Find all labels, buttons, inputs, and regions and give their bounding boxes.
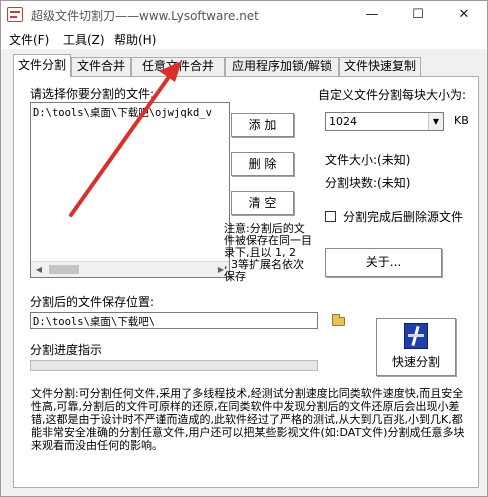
app-window: 超级文件切割刀——www.Lysoftware.net — ☐ ✕ 文件(F) … <box>0 0 488 497</box>
split-progress-bar <box>30 360 318 371</box>
horizontal-scrollbar[interactable]: ◀ ▶ <box>31 261 229 277</box>
window-title: 超级文件切割刀——www.Lysoftware.net <box>31 9 259 23</box>
folder-icon[interactable] <box>332 314 345 326</box>
title-bar[interactable]: 超级文件切割刀——www.Lysoftware.net — ☐ ✕ <box>1 1 487 29</box>
scroll-left-icon[interactable]: ◀ <box>31 262 47 277</box>
block-count-label: 分割块数:(未知) <box>325 176 411 190</box>
block-size-select[interactable]: 1024 ▼ <box>325 112 444 131</box>
scroll-thumb[interactable] <box>49 265 79 274</box>
tab-fast-copy[interactable]: 文件快速复制 <box>339 57 421 76</box>
chevron-down-icon[interactable]: ▼ <box>428 113 443 130</box>
progress-label: 分割进度指示 <box>30 343 103 357</box>
menu-file[interactable]: 文件(F) <box>9 31 49 48</box>
app-icon <box>7 7 23 22</box>
list-item[interactable]: D:\tools\桌面\下载吧\ojwjqkd_v <box>33 105 212 120</box>
quick-split-label: 快速分割 <box>391 355 440 369</box>
tab-app-lock[interactable]: 应用程序加锁/解锁 <box>225 57 339 76</box>
delete-source-checkbox[interactable] <box>325 211 336 222</box>
file-size-label: 文件大小:(未知) <box>325 153 411 167</box>
clear-button[interactable]: 清 空 <box>231 191 294 215</box>
maximize-button[interactable]: ☐ <box>395 1 441 29</box>
split-arrow-icon <box>404 323 428 349</box>
menu-help[interactable]: 帮助(H) <box>114 31 156 48</box>
delete-source-label[interactable]: 分割完成后删除源文件 <box>343 208 463 225</box>
block-size-value: 1024 <box>329 115 357 128</box>
custom-size-label: 自定义文件分割每块大小为: <box>318 88 467 102</box>
tab-file-merge[interactable]: 文件合并 <box>71 57 131 76</box>
split-panel: 请选择你要分割的文件: D:\tools\桌面\下载吧\ojwjqkd_v ◀ … <box>13 76 479 488</box>
add-button[interactable]: 添 加 <box>231 113 294 137</box>
menu-bar: 文件(F) 工具(Z) 帮助(H) <box>1 29 487 49</box>
save-path-value: D:\tools\桌面\下载吧\ <box>33 316 156 328</box>
size-unit: KB <box>454 114 469 127</box>
quick-split-button[interactable]: 快速分割 <box>376 318 456 376</box>
file-list[interactable]: D:\tools\桌面\下载吧\ojwjqkd_v ◀ ▶ <box>30 102 230 278</box>
close-button[interactable]: ✕ <box>441 1 487 29</box>
split-note: 注意:分割后的文 件被保存在同一目 录下,且以 1, 2 , 3等扩展名依次 保… <box>224 222 312 283</box>
save-location-label: 分割后的文件保存位置: <box>30 295 155 309</box>
delete-button[interactable]: 删 除 <box>231 152 294 176</box>
minimize-button[interactable]: — <box>349 1 395 29</box>
select-file-label: 请选择你要分割的文件: <box>30 87 155 101</box>
save-path-input[interactable]: D:\tools\桌面\下载吧\ <box>30 312 318 329</box>
menu-tools[interactable]: 工具(Z) <box>63 31 105 48</box>
feature-description: 文件分割:可分割任何文件,采用了多线程技术,经测试分割速度比同类软件速度快,而且… <box>31 387 465 452</box>
tab-any-file-merge[interactable]: 任意文件合并 <box>131 57 225 76</box>
tab-file-split[interactable]: 文件分割 <box>13 54 71 77</box>
about-button[interactable]: 关于... <box>325 248 442 277</box>
